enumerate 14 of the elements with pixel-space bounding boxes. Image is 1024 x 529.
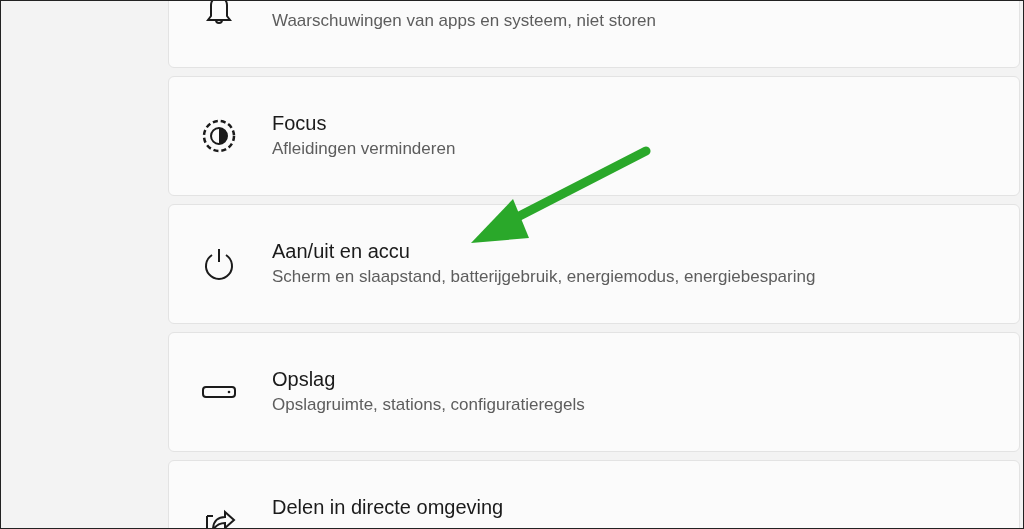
item-title: Delen in directe omgeving — [272, 495, 504, 520]
item-title: Aan/uit en accu — [272, 239, 411, 264]
item-title: Opslag — [272, 367, 337, 392]
settings-item[interactable]: Waarschuwingen van apps en systeem, niet storen — [168, 1, 1020, 68]
item-description: Opslagruimte, stations, configuratieregels — [272, 394, 585, 416]
item-title: Focus — [272, 111, 328, 136]
settings-item[interactable]: Aan/uit en accu Scherm en slaapstand, batterijgebruik, energiemodus, energiebesparing — [168, 204, 1020, 324]
item-description: Afleidingen verminderen — [272, 138, 456, 160]
settings-item[interactable]: Delen in directe omgeving — [168, 460, 1020, 528]
settings-item[interactable]: Opslag Opslagruimte, stations, configuratieregels — [168, 332, 1020, 452]
settings-item[interactable]: Focus Afleidingen verminderen — [168, 76, 1020, 196]
focus-icon — [201, 118, 237, 154]
item-description: Waarschuwingen van apps en systeem, niet storen — [272, 10, 656, 32]
item-description: Scherm en slaapstand, batterijgebruik, energiemodus, energiebesparing — [272, 266, 816, 288]
